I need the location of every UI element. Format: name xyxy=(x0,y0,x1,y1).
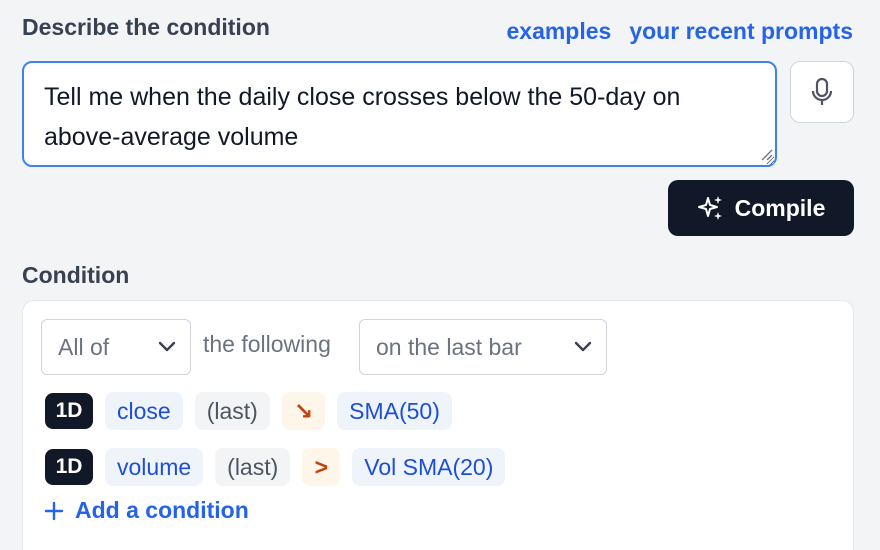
describe-label: Describe the condition xyxy=(22,14,270,40)
quantifier-value: All of xyxy=(58,333,110,360)
condition-label: Condition xyxy=(22,262,130,288)
timeframe-badge[interactable]: 1D xyxy=(45,449,93,485)
chevron-down-icon xyxy=(158,341,176,352)
add-condition-label: Add a condition xyxy=(75,497,249,523)
examples-link[interactable]: examples xyxy=(506,18,611,45)
compile-button[interactable]: Compile xyxy=(668,180,854,236)
condition-panel: All of the following on the last bar 1D … xyxy=(22,300,854,550)
sparkles-icon xyxy=(697,196,722,220)
chevron-down-icon xyxy=(574,341,592,352)
target-chip[interactable]: SMA(50) xyxy=(337,392,452,430)
recent-prompts-link[interactable]: your recent prompts xyxy=(629,18,853,45)
prompt-input[interactable]: Tell me when the daily close crosses bel… xyxy=(22,61,777,167)
compile-label: Compile xyxy=(734,194,826,221)
quantifier-select[interactable]: All of xyxy=(41,319,191,375)
condition-row: 1D volume (last) > Vol SMA(20) xyxy=(45,448,506,486)
microphone-icon xyxy=(811,77,833,105)
window-select[interactable]: on the last bar xyxy=(359,319,607,375)
operator-chip[interactable]: ↘ xyxy=(281,392,326,430)
modifier-chip[interactable]: (last) xyxy=(215,448,291,486)
condition-row: 1D close (last) ↘ SMA(50) xyxy=(45,392,452,430)
window-value: on the last bar xyxy=(376,333,522,360)
field-chip[interactable]: volume xyxy=(105,448,204,486)
connector-text: the following xyxy=(203,331,331,357)
add-condition-button[interactable]: Add a condition xyxy=(43,497,249,524)
field-chip[interactable]: close xyxy=(105,392,183,430)
resize-grip-icon[interactable] xyxy=(758,146,774,162)
timeframe-badge[interactable]: 1D xyxy=(45,393,93,429)
operator-chip[interactable]: > xyxy=(302,448,341,486)
target-chip[interactable]: Vol SMA(20) xyxy=(352,448,506,486)
plus-icon xyxy=(44,501,64,520)
voice-input-button[interactable] xyxy=(790,61,854,123)
modifier-chip[interactable]: (last) xyxy=(194,392,270,430)
prompt-links: examples your recent prompts xyxy=(506,18,853,45)
